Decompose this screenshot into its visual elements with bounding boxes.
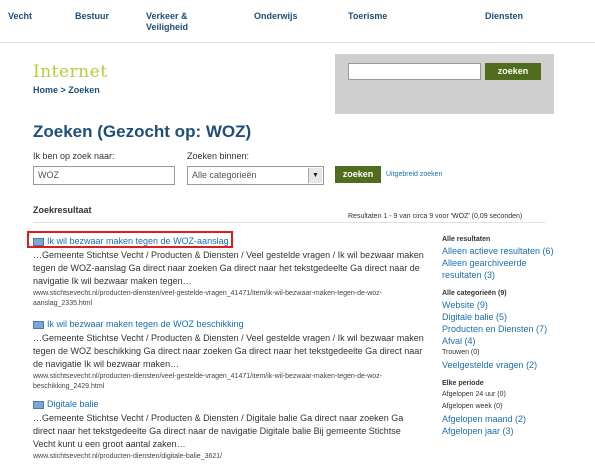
result-snippet: …Gemeente Stichtse Vecht / Producten & D… — [33, 250, 424, 286]
result-snippet: …Gemeente Stichtse Vecht / Producten & D… — [33, 333, 424, 369]
highlight-box — [27, 231, 233, 248]
advanced-search-link[interactable]: Uitgebreid zoeken — [386, 171, 442, 178]
query-input[interactable]: WOZ — [33, 166, 175, 185]
page-title: Zoeken (Gezocht op: WOZ) — [33, 122, 252, 141]
header-search-button[interactable]: zoeken — [485, 63, 541, 80]
nav-item-vecht[interactable]: Vecht — [8, 11, 32, 22]
filter-archived-results[interactable]: Alleen gearchiveerde resultaten (3) — [442, 257, 562, 281]
scope-select[interactable]: Alle categorieën ▼ — [187, 166, 324, 185]
results-heading: Zoekresultaat — [33, 205, 92, 215]
site-logo[interactable]: Internet — [33, 62, 108, 82]
top-navigation: Vecht Bestuur Verkeer & Veiligheid Onder… — [0, 0, 595, 43]
filter-period-year[interactable]: Afgelopen jaar (3) — [442, 425, 562, 437]
filter-sidebar: Alle resultaten Alleen actieve resultate… — [442, 235, 562, 437]
filter-period-week: Afgelopen week (0) — [442, 403, 503, 410]
result-snippet: …Gemeente Stichtse Vecht / Producten & D… — [33, 413, 404, 449]
filter-heading-categories: Alle categorieën (9) — [442, 290, 507, 297]
document-icon — [33, 320, 44, 329]
result-url: www.stichtsevecht.nl/producten-diensten/… — [33, 373, 383, 390]
header-search-panel: zoeken — [335, 54, 554, 114]
scope-select-value: Alle categorieën — [192, 170, 257, 180]
result-url: www.stichtsevecht.nl/producten-diensten/… — [33, 453, 223, 460]
nav-divider — [0, 42, 595, 43]
nav-item-bestuur[interactable]: Bestuur — [75, 11, 109, 22]
chevron-down-icon[interactable]: ▼ — [308, 168, 322, 183]
result-title-link[interactable]: Ik wil bezwaar maken tegen de WOZ beschi… — [47, 319, 244, 329]
results-divider — [33, 222, 545, 223]
result-item: Ik wil bezwaar maken tegen de WOZ beschi… — [33, 318, 425, 392]
nav-item-diensten[interactable]: Diensten — [485, 11, 523, 22]
filter-heading-results: Alle resultaten — [442, 236, 491, 243]
nav-item-verkeer[interactable]: Verkeer & Veiligheid — [146, 11, 188, 33]
query-label: Ik ben op zoek naar: — [33, 151, 115, 161]
filter-active-results[interactable]: Alleen actieve resultaten (6) — [442, 245, 562, 257]
search-submit-button[interactable]: zoeken — [335, 166, 381, 183]
result-item: Digitale balie …Gemeente Stichtse Vecht … — [33, 398, 425, 462]
filter-period-month[interactable]: Afgelopen maand (2) — [442, 413, 562, 425]
filter-veelgestelde-vragen[interactable]: Veelgestelde vragen (2) — [442, 359, 562, 371]
result-title-link[interactable]: Digitale balie — [47, 399, 99, 409]
filter-website[interactable]: Website (9) — [442, 299, 562, 311]
filter-period-24h: Afgelopen 24 uur (0) — [442, 391, 506, 398]
filter-digitale-balie[interactable]: Digitale balie (5) — [442, 311, 562, 323]
scope-label: Zoeken binnen: — [187, 151, 250, 161]
nav-item-toerisme[interactable]: Toerisme — [348, 11, 387, 22]
filter-afval[interactable]: Afval (4) — [442, 335, 562, 347]
result-url: www.stichtsevecht.nl/producten-diensten/… — [33, 290, 383, 307]
nav-item-onderwijs[interactable]: Onderwijs — [254, 11, 298, 22]
filter-trouwen: Trouwen (0) — [442, 349, 480, 356]
header-search-input[interactable] — [348, 63, 481, 80]
results-count: Resultaten 1 - 9 van circa 9 voor 'WOZ' … — [348, 213, 523, 220]
filter-producten-diensten[interactable]: Producten en Diensten (7) — [442, 323, 562, 335]
document-icon — [33, 400, 44, 409]
breadcrumb[interactable]: Home > Zoeken — [33, 85, 100, 95]
filter-heading-period: Elke periode — [442, 380, 484, 387]
